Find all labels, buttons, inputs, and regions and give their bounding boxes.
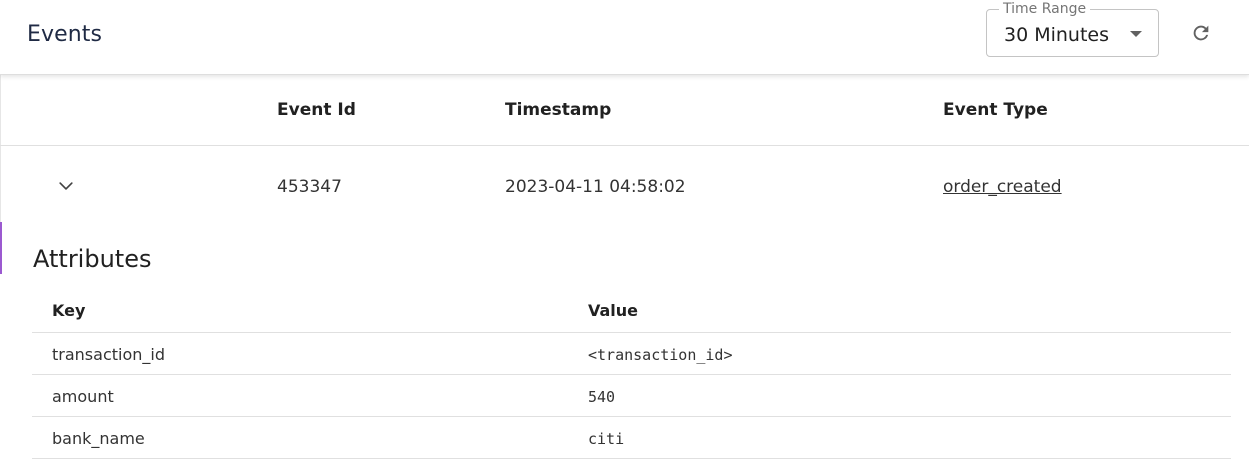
refresh-icon: [1193, 25, 1209, 41]
event-type-link[interactable]: order_created: [943, 177, 1062, 197]
column-header-event-type: Event Type: [943, 100, 1048, 120]
events-page: Events Time Range 30 Minutes Event Id Ti…: [0, 0, 1249, 467]
attribute-value: citi: [588, 430, 625, 448]
chevron-down-icon: [59, 182, 73, 190]
attribute-value: <transaction_id>: [588, 346, 733, 364]
time-range-select[interactable]: Time Range 30 Minutes: [986, 1, 1159, 57]
attribute-key: transaction_id: [52, 345, 165, 364]
selection-marker: [0, 222, 2, 274]
timestamp-cell: 2023-04-11 04:58:02: [505, 177, 686, 197]
attribute-key: bank_name: [52, 429, 145, 448]
events-table-header: Event Id Timestamp Event Type: [0, 74, 1249, 146]
table-row: 453347 2023-04-11 04:58:02 order_created: [0, 146, 1249, 226]
table-row: amount 540: [32, 375, 1231, 417]
attributes-table: Key Value transaction_id <transaction_id…: [32, 290, 1231, 459]
attributes-table-header: Key Value: [32, 290, 1231, 333]
attribute-key: amount: [52, 387, 114, 406]
page-header: Events Time Range 30 Minutes: [0, 0, 1249, 75]
collapse-row-button[interactable]: [54, 174, 78, 198]
column-header-timestamp: Timestamp: [505, 100, 612, 120]
refresh-button[interactable]: [1186, 18, 1216, 48]
attributes-heading: Attributes: [33, 245, 152, 273]
time-range-label: Time Range: [999, 1, 1091, 17]
page-title: Events: [27, 22, 103, 47]
column-header-value: Value: [588, 301, 639, 320]
column-header-event-id: Event Id: [277, 100, 356, 120]
table-row: bank_name citi: [32, 417, 1231, 459]
event-id-cell: 453347: [277, 177, 342, 197]
table-row: transaction_id <transaction_id>: [32, 333, 1231, 375]
attribute-value: 540: [588, 388, 616, 406]
caret-down-icon: [1130, 31, 1142, 37]
column-header-key: Key: [52, 301, 86, 320]
time-range-value: 30 Minutes: [1004, 24, 1110, 46]
